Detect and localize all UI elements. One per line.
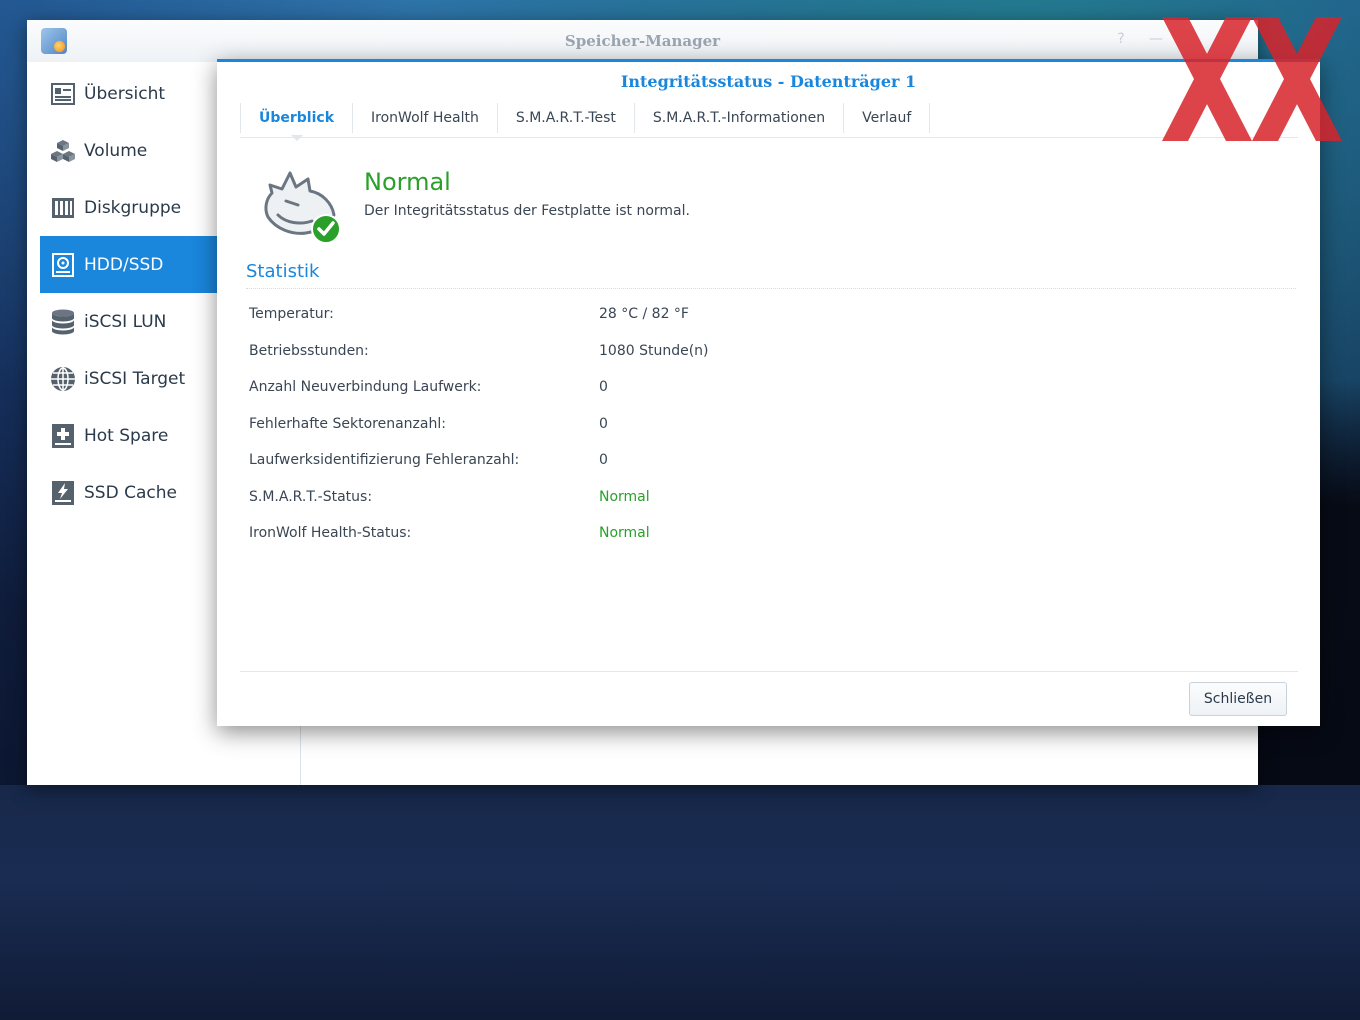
- section-divider: [246, 288, 1296, 289]
- database-icon: [50, 309, 76, 335]
- stat-row-identify-errors: Laufwerksidentifizierung Fehleranzahl: 0: [249, 452, 1249, 476]
- dialog-tabs: Überblick IronWolf Health S.M.A.R.T.-Tes…: [240, 99, 1298, 141]
- lightning-box-icon: [50, 480, 76, 506]
- help-icon[interactable]: ?: [1112, 30, 1130, 48]
- stat-value: 0: [599, 452, 608, 468]
- sidebar-item-label: iSCSI LUN: [84, 311, 167, 332]
- content-divider: [300, 720, 301, 785]
- sidebar: Übersicht Volume Diskgruppe HDD/SSD iSCS…: [40, 65, 220, 521]
- stat-row-ironwolf-status: IronWolf Health-Status: Normal: [249, 525, 1249, 549]
- cubes-icon: [50, 138, 76, 164]
- sidebar-item-label: Übersicht: [84, 83, 166, 104]
- tab-overview[interactable]: Überblick: [240, 103, 354, 141]
- stat-label: IronWolf Health-Status:: [249, 525, 412, 541]
- sidebar-item-volume[interactable]: Volume: [40, 122, 220, 179]
- sidebar-item-diskgroup[interactable]: Diskgruppe: [40, 179, 220, 236]
- stat-label: Anzahl Neuverbindung Laufwerk:: [249, 379, 482, 395]
- plus-box-icon: [50, 423, 76, 449]
- integrity-status-dialog: Integritätsstatus - Datenträger 1 Überbl…: [217, 59, 1320, 726]
- overview-icon: [50, 81, 76, 107]
- watermark-logo: [1162, 17, 1342, 141]
- stat-row-smart-status: S.M.A.R.T.-Status: Normal: [249, 489, 1249, 513]
- stat-value: 1080 Stunde(n): [599, 343, 709, 359]
- window-title: Speicher-Manager: [564, 32, 721, 50]
- health-status-icon: [260, 165, 344, 245]
- sidebar-item-hdd-ssd[interactable]: HDD/SSD: [40, 236, 217, 293]
- sidebar-item-label: SSD Cache: [84, 482, 177, 503]
- stat-label: Fehlerhafte Sektorenanzahl:: [249, 416, 446, 432]
- status-title: Normal: [364, 168, 451, 196]
- disk-group-icon: [50, 195, 76, 221]
- stat-label: Laufwerksidentifizierung Fehleranzahl:: [249, 452, 520, 468]
- stat-row-reconnects: Anzahl Neuverbindung Laufwerk: 0: [249, 379, 1249, 403]
- sidebar-item-hot-spare[interactable]: Hot Spare: [40, 407, 220, 464]
- stat-row-operating-hours: Betriebsstunden: 1080 Stunde(n): [249, 343, 1249, 367]
- stat-value: 28 °C / 82 °F: [599, 306, 689, 322]
- globe-icon: [50, 366, 76, 392]
- sidebar-item-overview[interactable]: Übersicht: [40, 65, 220, 122]
- tab-smart-test[interactable]: S.M.A.R.T.-Test: [498, 103, 635, 133]
- sidebar-item-label: Hot Spare: [84, 425, 169, 446]
- stat-value: 0: [599, 416, 608, 432]
- sidebar-item-iscsi-target[interactable]: iSCSI Target: [40, 350, 220, 407]
- stat-value: Normal: [599, 489, 650, 505]
- dialog-title: Integritätsstatus - Datenträger 1: [620, 72, 917, 91]
- tab-history[interactable]: Verlauf: [844, 103, 931, 133]
- sidebar-item-label: Volume: [84, 140, 148, 161]
- window-titlebar[interactable]: Speicher-Manager ? —: [27, 20, 1258, 62]
- section-title-statistics: Statistik: [246, 261, 320, 282]
- stat-value: 0: [599, 379, 608, 395]
- status-description: Der Integritätsstatus der Festplatte ist…: [364, 203, 690, 219]
- stat-label: Temperatur:: [249, 306, 334, 322]
- stat-label: Betriebsstunden:: [249, 343, 369, 359]
- stat-row-bad-sectors: Fehlerhafte Sektorenanzahl: 0: [249, 416, 1249, 440]
- hdd-icon: [50, 252, 76, 278]
- sidebar-item-label: iSCSI Target: [84, 368, 186, 389]
- sidebar-item-label: HDD/SSD: [84, 254, 164, 275]
- background-lake: [0, 785, 1360, 1020]
- close-button[interactable]: Schließen: [1189, 682, 1287, 716]
- stat-label: S.M.A.R.T.-Status:: [249, 489, 373, 505]
- footer-divider: [240, 671, 1298, 672]
- stat-value: Normal: [599, 525, 650, 541]
- sidebar-item-iscsi-lun[interactable]: iSCSI LUN: [40, 293, 220, 350]
- sidebar-item-ssd-cache[interactable]: SSD Cache: [40, 464, 220, 521]
- stat-row-temperature: Temperatur: 28 °C / 82 °F: [249, 306, 1249, 330]
- tab-smart-info[interactable]: S.M.A.R.T.-Informationen: [635, 103, 845, 133]
- tab-ironwolf-health[interactable]: IronWolf Health: [353, 103, 498, 133]
- sidebar-item-label: Diskgruppe: [84, 197, 182, 218]
